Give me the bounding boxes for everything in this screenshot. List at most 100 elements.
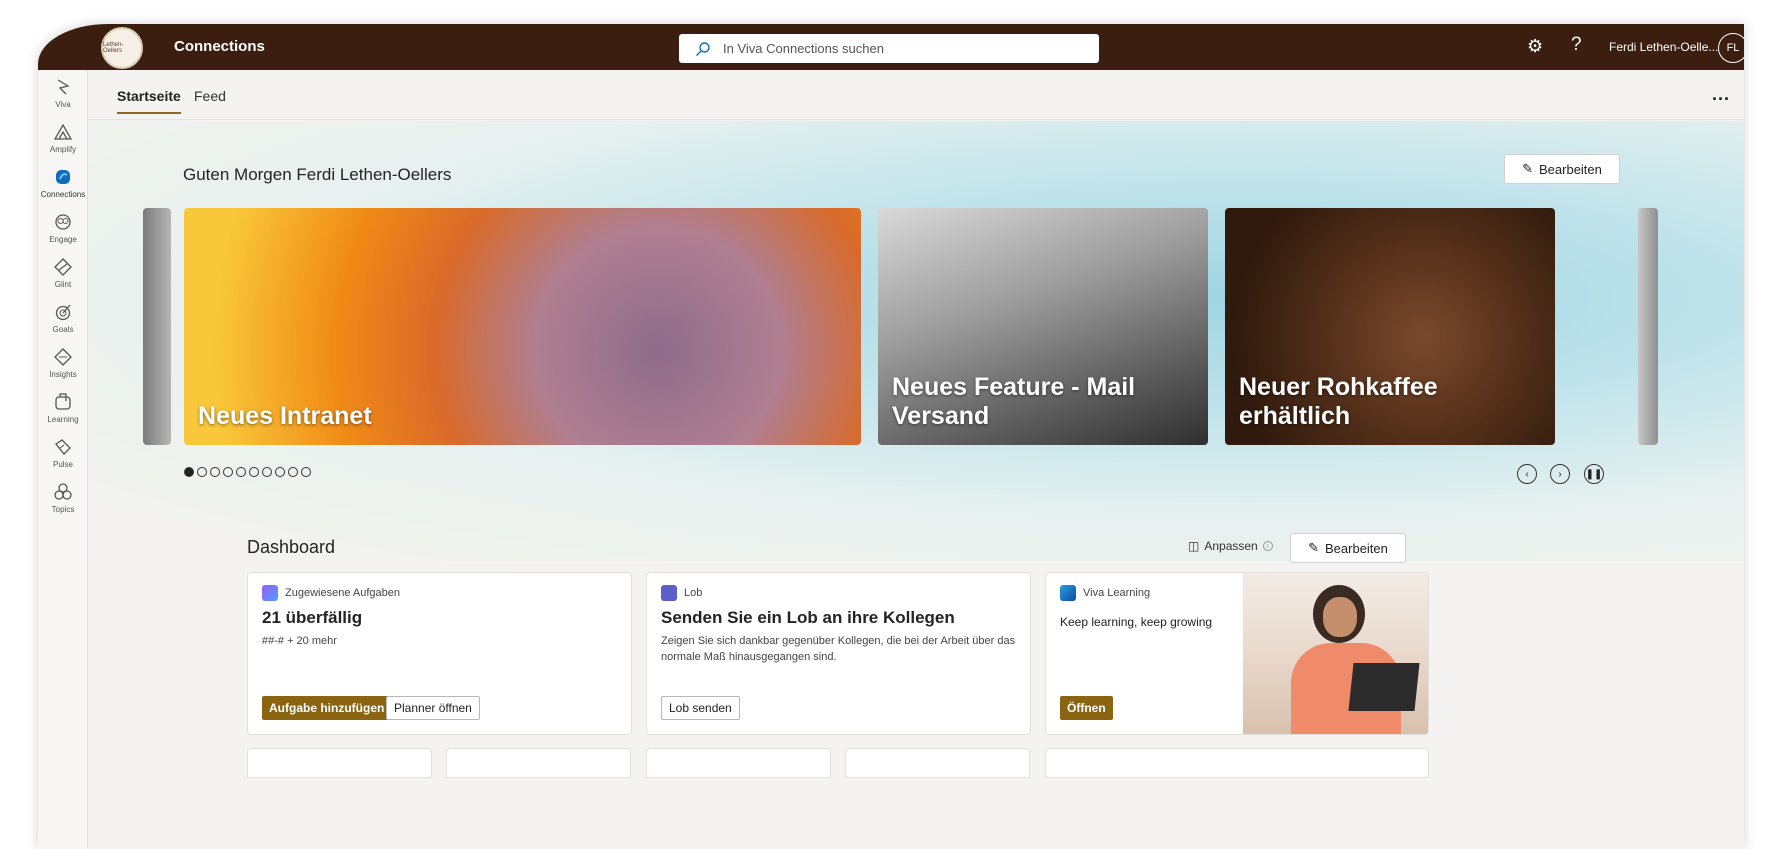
- rail-item-amplify[interactable]: Amplify: [38, 121, 88, 154]
- app-rail: Viva Amplify Connections Engage Glint Go…: [38, 70, 88, 849]
- hero-edit-button[interactable]: ✎ Bearbeiten: [1504, 154, 1620, 184]
- carousel-card-title: Neues Intranet: [198, 402, 372, 430]
- rail-item-pulse[interactable]: Pulse: [38, 436, 88, 469]
- carousel-card-title: Neuer Rohkaffee erhältlich: [1239, 373, 1438, 430]
- tab-startseite[interactable]: Startseite: [117, 88, 181, 114]
- rail-label: Engage: [49, 235, 77, 244]
- search-box[interactable]: In Viva Connections suchen: [679, 34, 1099, 63]
- carousel-dot[interactable]: [262, 467, 272, 477]
- card-header: Zugewiesene Aufgaben: [262, 585, 400, 601]
- add-task-button[interactable]: Aufgabe hinzufügen: [262, 696, 392, 720]
- card-praise[interactable]: Lob Senden Sie ein Lob an ihre Kollegen …: [646, 572, 1031, 735]
- viva-learning-icon: [1060, 585, 1076, 601]
- carousel-dot[interactable]: [197, 467, 207, 477]
- info-icon[interactable]: i: [1262, 541, 1273, 551]
- carousel-pagination: [184, 467, 311, 477]
- rail-item-topics[interactable]: Topics: [38, 481, 88, 514]
- carousel-peek-right[interactable]: [1638, 208, 1658, 445]
- pulse-icon: [55, 439, 71, 455]
- tab-feed[interactable]: Feed: [194, 88, 226, 104]
- pencil-icon: ✎: [1522, 161, 1533, 176]
- carousel-dot[interactable]: [275, 467, 285, 477]
- glint-icon: [54, 258, 72, 276]
- rail-label: Glint: [54, 280, 72, 289]
- avatar[interactable]: FL: [1718, 33, 1744, 63]
- rail-item-insights[interactable]: Insights: [38, 346, 88, 379]
- person-face: [1323, 597, 1357, 637]
- rail-item-viva[interactable]: Viva: [38, 76, 88, 109]
- app-title: Connections: [174, 38, 265, 55]
- card-viva-learning[interactable]: Viva Learning Keep learning, keep growin…: [1045, 572, 1429, 735]
- carousel-card[interactable]: Neues Intranet: [184, 208, 861, 445]
- card-partial[interactable]: [446, 748, 631, 778]
- carousel-pause-icon[interactable]: ❚❚: [1584, 464, 1604, 484]
- more-options-icon[interactable]: ...: [1712, 84, 1730, 105]
- settings-gear-icon[interactable]: ⚙: [1527, 36, 1543, 57]
- dashboard-edit-button[interactable]: ✎ Bearbeiten: [1290, 533, 1406, 563]
- card-header: Lob: [661, 585, 702, 601]
- carousel-dot[interactable]: [223, 467, 233, 477]
- amplify-icon: [53, 123, 73, 140]
- card-header-label: Zugewiesene Aufgaben: [285, 587, 400, 599]
- rail-item-engage[interactable]: Engage: [38, 211, 88, 244]
- card-headline: Keep learning, keep growing: [1060, 615, 1213, 629]
- search-icon: [696, 41, 710, 56]
- card-partial[interactable]: [646, 748, 831, 778]
- rail-label: Goals: [52, 325, 74, 334]
- search-input[interactable]: In Viva Connections suchen: [723, 41, 884, 56]
- carousel-dot[interactable]: [236, 467, 246, 477]
- card-headline: Senden Sie ein Lob an ihre Kollegen: [661, 608, 955, 627]
- learning-image: [1243, 573, 1428, 734]
- rail-label: Connections: [40, 190, 86, 199]
- card-partial[interactable]: [247, 748, 432, 778]
- open-button[interactable]: Öffnen: [1060, 696, 1113, 720]
- greeting: Guten Morgen Ferdi Lethen-Oellers: [183, 165, 452, 184]
- user-name[interactable]: Ferdi Lethen-Oelle...: [1609, 40, 1718, 54]
- hero-section: Guten Morgen Ferdi Lethen-Oellers ✎ Bear…: [88, 121, 1744, 561]
- anpassen-label: Anpassen: [1204, 539, 1258, 553]
- carousel-dot[interactable]: [210, 467, 220, 477]
- praise-icon: [661, 585, 677, 601]
- planner-icon: [262, 585, 278, 601]
- learning-icon: [55, 393, 71, 410]
- card-partial[interactable]: [845, 748, 1030, 778]
- send-praise-button[interactable]: Lob senden: [661, 696, 740, 720]
- carousel-dot[interactable]: [249, 467, 259, 477]
- rail-label: Learning: [47, 415, 79, 424]
- anpassen-button[interactable]: ◫ Anpassen i: [1188, 539, 1273, 553]
- rail-label: Pulse: [52, 460, 73, 469]
- carousel-peek-left[interactable]: [143, 208, 171, 445]
- card-partial[interactable]: [1045, 748, 1429, 778]
- connections-icon: [56, 170, 70, 184]
- rail-item-learning[interactable]: Learning: [38, 391, 88, 424]
- carousel-card[interactable]: Neuer Rohkaffee erhältlich: [1225, 208, 1555, 445]
- carousel-dot[interactable]: [301, 467, 311, 477]
- open-planner-button[interactable]: Planner öffnen: [386, 696, 480, 720]
- company-logo[interactable]: Lethen-Oellers: [101, 27, 143, 69]
- card-header-label: Lob: [684, 587, 703, 599]
- edit-label: Bearbeiten: [1325, 540, 1388, 556]
- tab-bar: Startseite Feed ...: [88, 70, 1744, 120]
- card-subtext: ##-# + 20 mehr: [262, 635, 337, 647]
- dashboard-title: Dashboard: [247, 537, 336, 557]
- rail-item-connections[interactable]: Connections: [38, 166, 88, 199]
- card-assigned-tasks[interactable]: Zugewiesene Aufgaben 21 überfällig ##-# …: [247, 572, 632, 735]
- rail-label: Viva: [55, 100, 71, 109]
- carousel-next-icon[interactable]: ›: [1550, 464, 1570, 484]
- rail-item-glint[interactable]: Glint: [38, 256, 88, 289]
- card-headline: 21 überfällig: [262, 608, 363, 627]
- carousel-card[interactable]: Neues Feature - Mail Versand: [878, 208, 1208, 445]
- carousel-dot[interactable]: [288, 467, 298, 477]
- card-subtext: Zeigen Sie sich dankbar gegenüber Kolleg…: [661, 635, 1016, 663]
- pencil-icon: ✎: [1308, 540, 1319, 555]
- top-bar: Lethen-Oellers Connections In Viva Conne…: [38, 24, 1744, 70]
- logo-text: Lethen-Oellers: [103, 42, 124, 54]
- rail-item-goals[interactable]: Goals: [38, 301, 88, 334]
- laptop: [1348, 663, 1420, 711]
- carousel-dot[interactable]: [184, 467, 194, 477]
- viva-icon: [57, 79, 70, 95]
- carousel-prev-icon[interactable]: ‹: [1517, 464, 1537, 484]
- engage-icon: [55, 214, 71, 230]
- help-icon[interactable]: ?: [1571, 34, 1582, 56]
- layout-icon: ◫: [1188, 539, 1200, 553]
